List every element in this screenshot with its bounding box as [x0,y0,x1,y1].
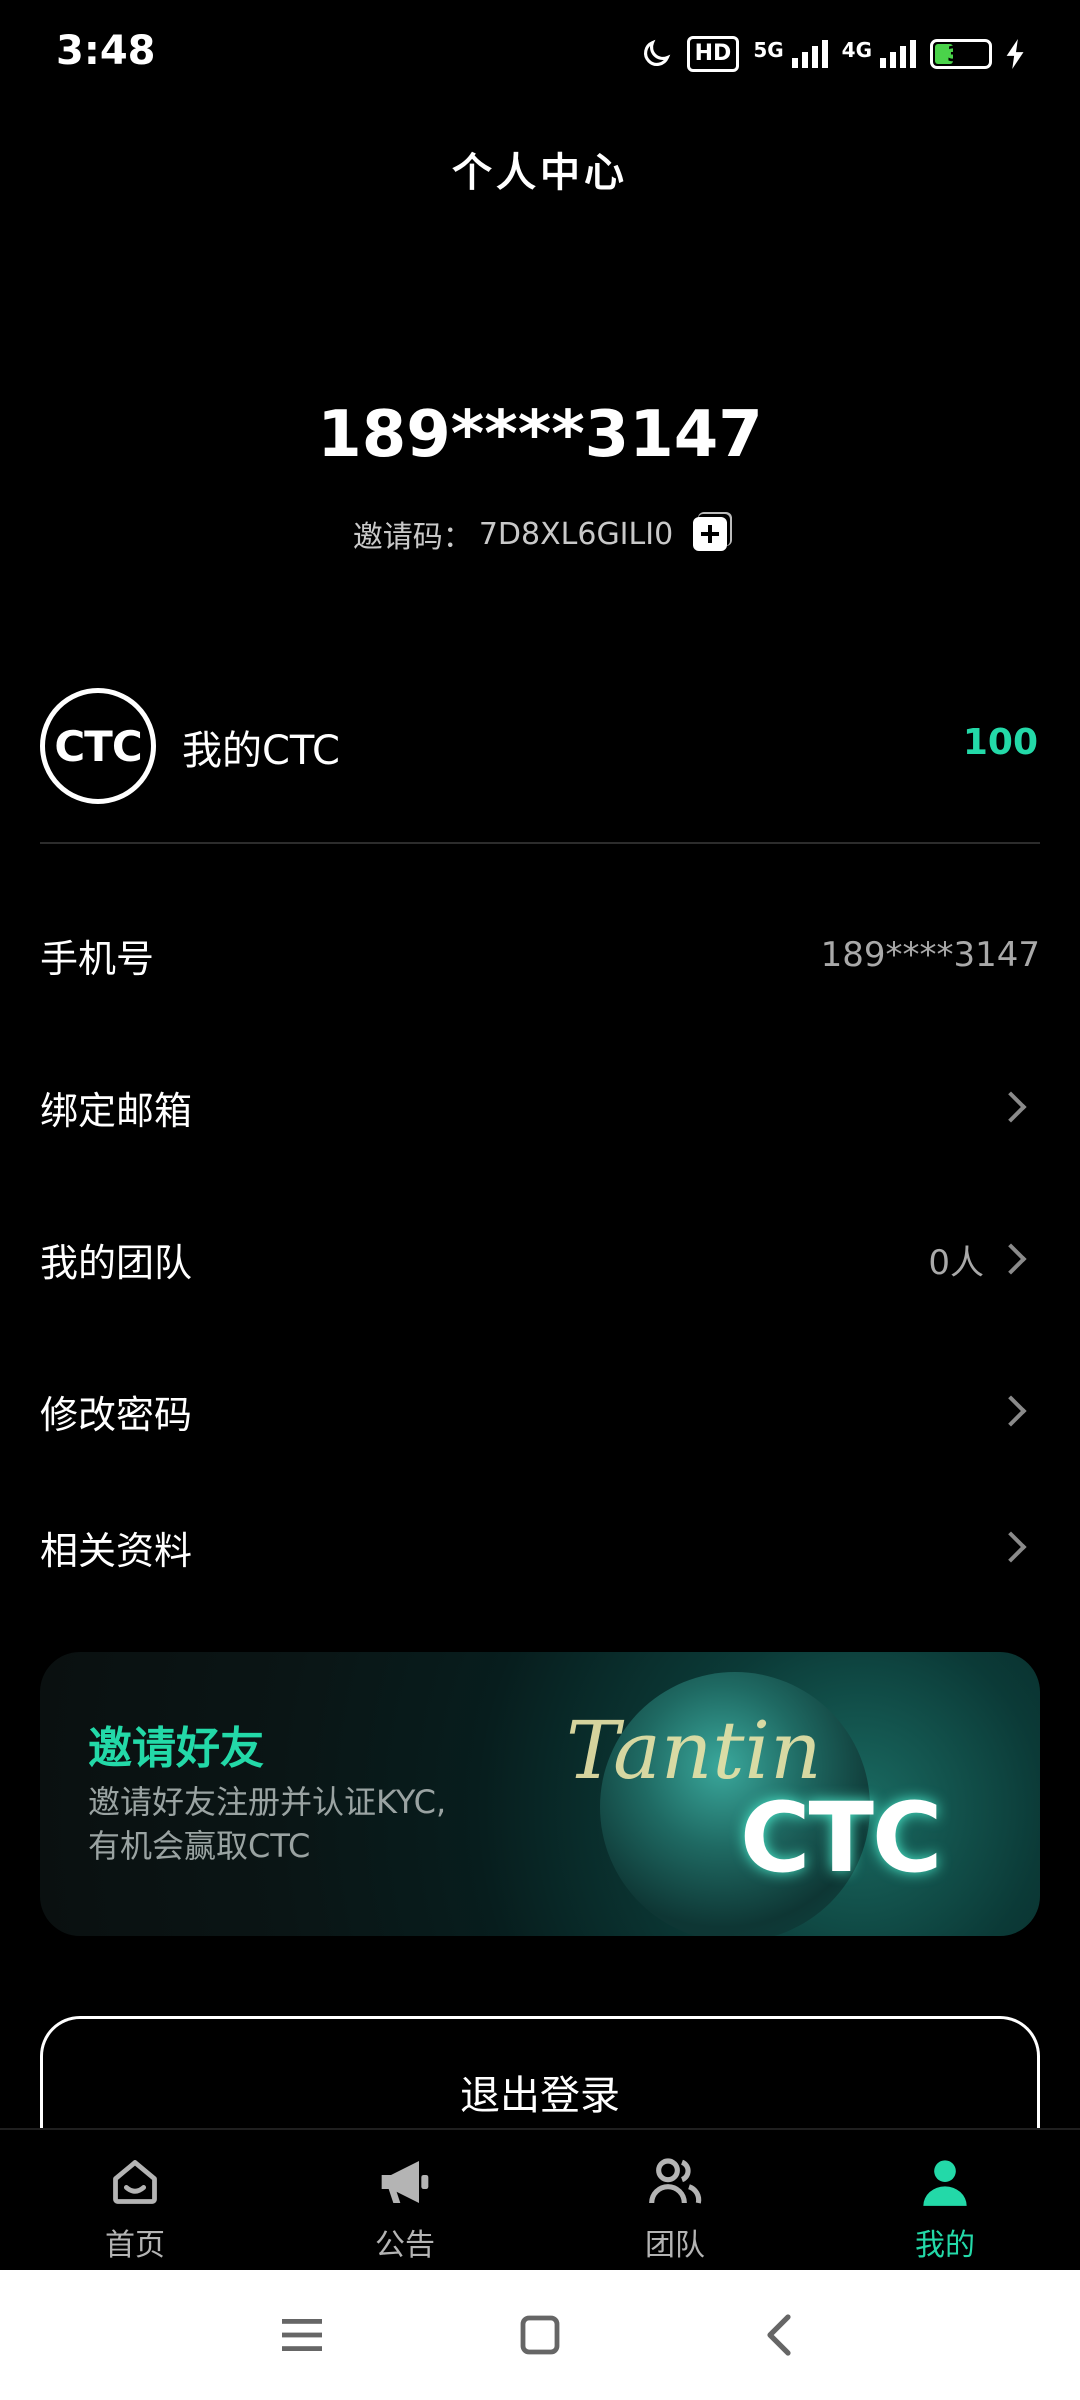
status-icons: HD 5G 4G 32 [639,30,1026,78]
invite-code-row: 邀请码： 7D8XL6GILI0 [0,512,1080,556]
nav-me[interactable]: 我的 [810,2130,1080,2272]
chevron-right-icon [995,1395,1027,1427]
nav-home[interactable]: 首页 [0,2130,270,2272]
nav-label: 我的 [915,2228,975,2263]
nav-label: 首页 [105,2228,165,2263]
invite-label: 邀请码： [352,520,473,555]
bottom-nav: 首页 公告 团队 我的 [0,2128,1080,2272]
nav-team[interactable]: 团队 [540,2130,810,2272]
menu-icon[interactable] [278,2311,326,2359]
row-label: 我的团队 [40,1240,193,1285]
home-square-icon[interactable] [516,2311,564,2359]
signal-5g-icon: 5G [753,40,828,68]
ctc-balance: 100 [962,722,1038,763]
page-title: 个人中心 [452,150,628,196]
row-label: 相关资料 [40,1528,193,1573]
invite-code: 7D8XL6GILI0 [478,516,674,552]
hd-badge: HD [686,36,740,72]
signal-4g-icon: 4G [842,40,916,68]
ctc-logo: CTC [40,688,156,804]
person-icon [915,2152,975,2212]
chevron-right-icon [995,1091,1027,1123]
nav-label: 团队 [645,2228,705,2263]
megaphone-icon [375,2152,435,2212]
banner-title: 邀请好友 [88,1723,264,1774]
chevron-right-icon [995,1243,1027,1275]
row-value: 0人 [928,1242,984,1283]
divider [40,842,1040,844]
battery-icon: 32 [930,39,992,69]
row-label: 修改密码 [40,1392,193,1437]
user-phone: 189****3147 [317,398,763,472]
brand-logo: CTC [740,1782,942,1894]
chevron-right-icon [995,1531,1027,1563]
home-icon [105,2152,165,2212]
row-change-password[interactable]: 修改密码 [40,1366,1040,1456]
back-icon[interactable] [754,2311,802,2359]
nav-announcements[interactable]: 公告 [270,2130,540,2272]
ctc-label: 我的CTC [182,728,340,774]
row-phone: 手机号 189****3147 [40,910,1040,1000]
team-icon [645,2152,705,2212]
system-nav-bar [0,2270,1080,2400]
row-label: 绑定邮箱 [40,1088,193,1133]
copy-icon[interactable] [693,517,728,551]
row-bind-email[interactable]: 绑定邮箱 [40,1062,1040,1152]
invite-banner[interactable]: 邀请好友 邀请好友注册并认证KYC, 有机会赢取CTC Tantin CTC [40,1652,1040,1936]
moon-icon [643,39,670,66]
status-time: 3:48 [56,28,156,74]
row-label: 手机号 [40,936,155,981]
charging-icon [1006,39,1024,69]
nav-label: 公告 [375,2228,435,2263]
row-documents[interactable]: 相关资料 [40,1502,1040,1592]
row-value: 189****3147 [820,935,1040,975]
banner-description: 邀请好友注册并认证KYC, 有机会赢取CTC [88,1783,447,1865]
row-my-team[interactable]: 我的团队 0人 [40,1214,1040,1304]
